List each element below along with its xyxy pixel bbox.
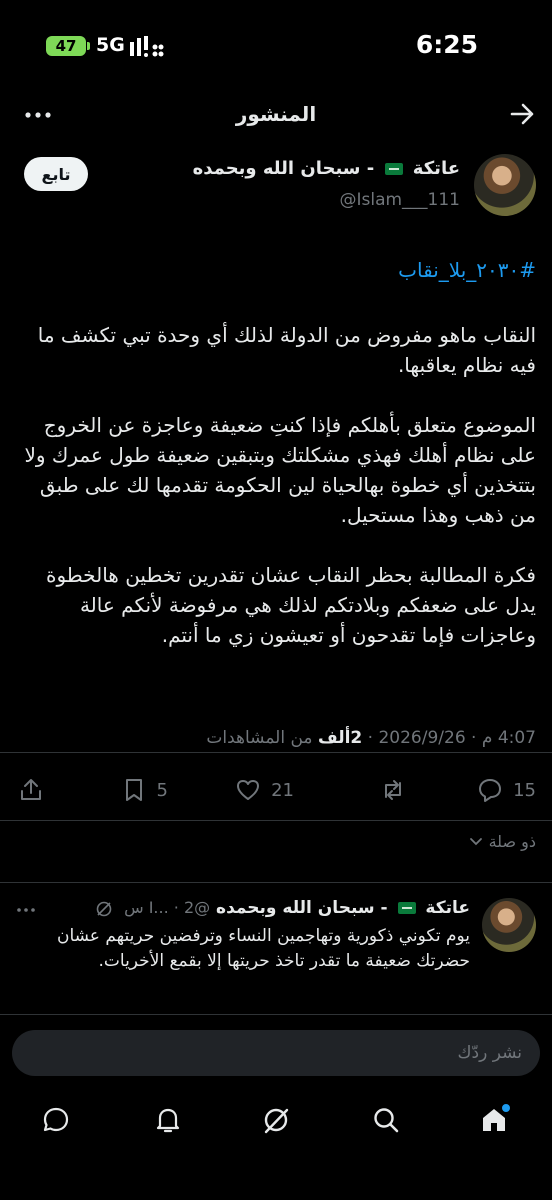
page-title: المنشور <box>235 102 317 126</box>
bookmark-action[interactable]: 5 <box>121 770 168 810</box>
nav-notifications[interactable] <box>150 1102 186 1138</box>
post-paragraph: النقاب ماهو مفروض من الدولة لذلك أي وحدة… <box>37 323 536 377</box>
chevron-down-icon <box>469 837 482 845</box>
author-handle[interactable]: @Islam___111 <box>339 190 460 210</box>
saudi-flag-icon <box>384 163 403 175</box>
reply-text: يوم تكوني ذكورية وتهاجمين النساء وترفضين… <box>56 926 470 971</box>
author-name[interactable]: عاتكة - سبحان الله وبحمده <box>193 158 460 179</box>
repost-action[interactable] <box>380 770 416 810</box>
post-actions: 15 21 5 <box>0 770 552 810</box>
divider <box>0 820 552 821</box>
saudi-flag-icon <box>397 902 416 914</box>
bookmark-icon <box>125 779 142 801</box>
follow-button[interactable]: تابع <box>24 157 88 191</box>
bottom-nav <box>0 1090 552 1150</box>
search-icon <box>374 1108 399 1133</box>
back-arrow-icon[interactable] <box>508 100 536 128</box>
author-name-suffix: - سبحان الله وبحمده <box>192 158 375 179</box>
grok-icon[interactable] <box>95 900 113 918</box>
reply-composer[interactable] <box>12 1030 540 1076</box>
status-bar: 47 5G 6:25 <box>0 0 552 92</box>
notifications-icon <box>156 1108 180 1133</box>
grok-icon <box>264 1108 289 1134</box>
reply-display-name: عاتكة <box>425 898 470 918</box>
divider <box>0 1014 552 1015</box>
relevancy-sort[interactable]: ذو صلة <box>469 832 536 851</box>
nav-search[interactable] <box>368 1102 404 1138</box>
reply-name-suffix: - سبحان الله وبحمده <box>216 898 388 918</box>
nav-messages[interactable] <box>38 1102 74 1138</box>
reply-action[interactable]: 15 <box>477 770 536 810</box>
reply-input[interactable] <box>12 1030 540 1076</box>
bookmark-count: 5 <box>156 779 168 801</box>
post-text: النقاب ماهو مفروض من الدولة لذلك أي وحدة… <box>16 320 536 680</box>
divider <box>0 752 552 753</box>
network-type: 5G <box>96 34 125 56</box>
post-meta: 4:07 م · 2026/9/26 · 2ألف من المشاهدات <box>206 728 536 748</box>
like-count: 21 <box>271 779 294 801</box>
divider <box>0 882 552 883</box>
post-header: المنشور <box>0 92 552 142</box>
reply-count: 15 <box>513 779 536 801</box>
reply-author-name[interactable]: عاتكة - سبحان الله وبحمده <box>210 898 470 918</box>
nav-grok[interactable] <box>258 1102 294 1138</box>
reply-avatar[interactable] <box>482 898 536 952</box>
post-paragraph: فكرة المطالبة بحظر النقاب عشان تقدرين تخ… <box>45 563 536 647</box>
reply-header: عاتكة - سبحان الله وبحمده @I... · 2 س <box>16 898 470 922</box>
views-count[interactable]: 2ألف <box>318 728 362 748</box>
notification-dot <box>502 1104 510 1112</box>
share-action[interactable] <box>18 770 44 810</box>
post-paragraph: الموضوع متعلق بأهلكم فإذا كنتِ ضعيفة وعا… <box>24 413 536 527</box>
heart-icon <box>237 780 260 800</box>
views-label: من المشاهدات <box>206 728 313 748</box>
messages-icon <box>43 1107 69 1132</box>
post-date: 2026/9/26 <box>378 728 466 748</box>
reply-more-icon[interactable] <box>16 900 36 920</box>
hashtag-link[interactable]: #٢٠٣٠_بلا_نقاب <box>398 258 536 282</box>
relevancy-label: ذو صلة <box>488 832 536 851</box>
post-time: 4:07 م <box>481 728 536 748</box>
like-action[interactable]: 21 <box>235 770 294 810</box>
battery-indicator: 47 <box>46 36 90 56</box>
clock: 6:25 <box>415 30 478 59</box>
author-display-name: عاتكة <box>412 158 460 179</box>
author-avatar[interactable] <box>474 154 536 216</box>
signal-icon <box>130 36 164 57</box>
reply-icon <box>479 779 502 802</box>
share-icon <box>21 779 41 800</box>
nav-home[interactable] <box>476 1102 512 1138</box>
repost-icon <box>385 780 401 800</box>
